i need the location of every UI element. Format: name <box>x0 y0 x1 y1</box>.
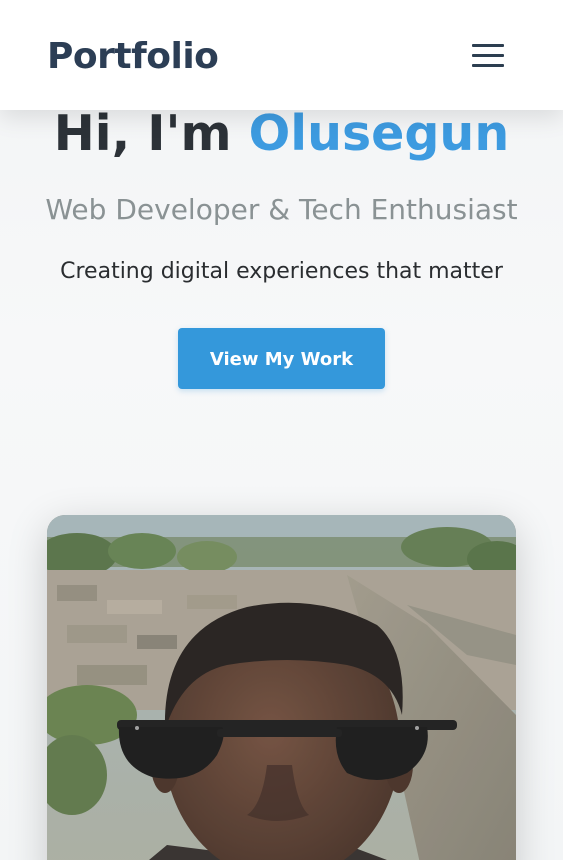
menu-bar <box>472 64 504 67</box>
page: Portfolio Hi, I'm Olusegun Web Developer… <box>0 0 563 860</box>
menu-bar <box>472 54 504 57</box>
site-logo[interactable]: Portfolio <box>47 34 219 80</box>
hero-subtitle: Web Developer & Tech Enthusiast <box>45 193 518 226</box>
hero-title: Hi, I'm Olusegun <box>0 103 563 165</box>
site-header: Portfolio <box>0 0 563 110</box>
hero-tagline: Creating digital experiences that matter <box>60 259 503 284</box>
hamburger-menu-icon[interactable] <box>470 42 506 70</box>
profile-photo <box>47 515 516 860</box>
hero-greeting: Hi, I'm <box>53 105 249 162</box>
menu-bar <box>472 44 504 47</box>
profile-photo-illustration <box>47 515 516 860</box>
view-my-work-button[interactable]: View My Work <box>178 328 385 389</box>
hero-name: Olusegun <box>248 105 510 162</box>
